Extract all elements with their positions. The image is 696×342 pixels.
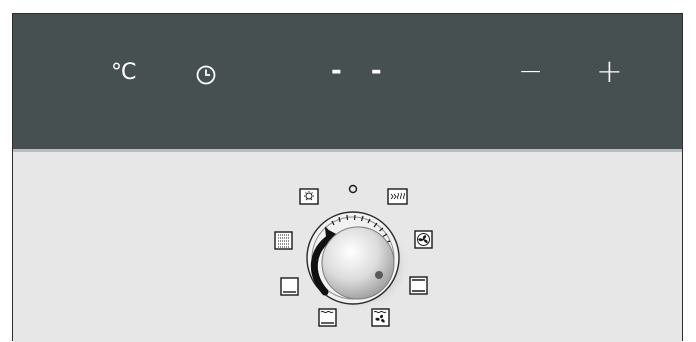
minus-button[interactable]: − — [518, 54, 543, 89]
rapid-heat-icon — [387, 188, 408, 205]
off-position-icon — [348, 184, 358, 194]
fan-grill-icon — [371, 308, 390, 327]
bottom-heat-icon — [280, 277, 299, 296]
temperature-knob[interactable] — [306, 211, 400, 305]
clock-icon[interactable] — [195, 64, 217, 86]
top-bottom-heat-icon — [409, 276, 428, 295]
temperature-button[interactable]: °C — [111, 60, 136, 85]
knob-indicator-dot — [375, 271, 383, 279]
oven-light-icon — [299, 188, 319, 205]
knob-area — [13, 152, 682, 342]
value-readout: - - — [331, 56, 392, 86]
oven-control-panel: °C - - − + — [12, 13, 683, 342]
bottom-heat-with-pizza-icon — [318, 308, 337, 327]
touch-display: °C - - − + — [13, 14, 682, 152]
fan-heat-icon — [414, 230, 433, 249]
plus-button[interactable]: + — [596, 52, 623, 90]
grill-large-icon — [274, 231, 293, 250]
